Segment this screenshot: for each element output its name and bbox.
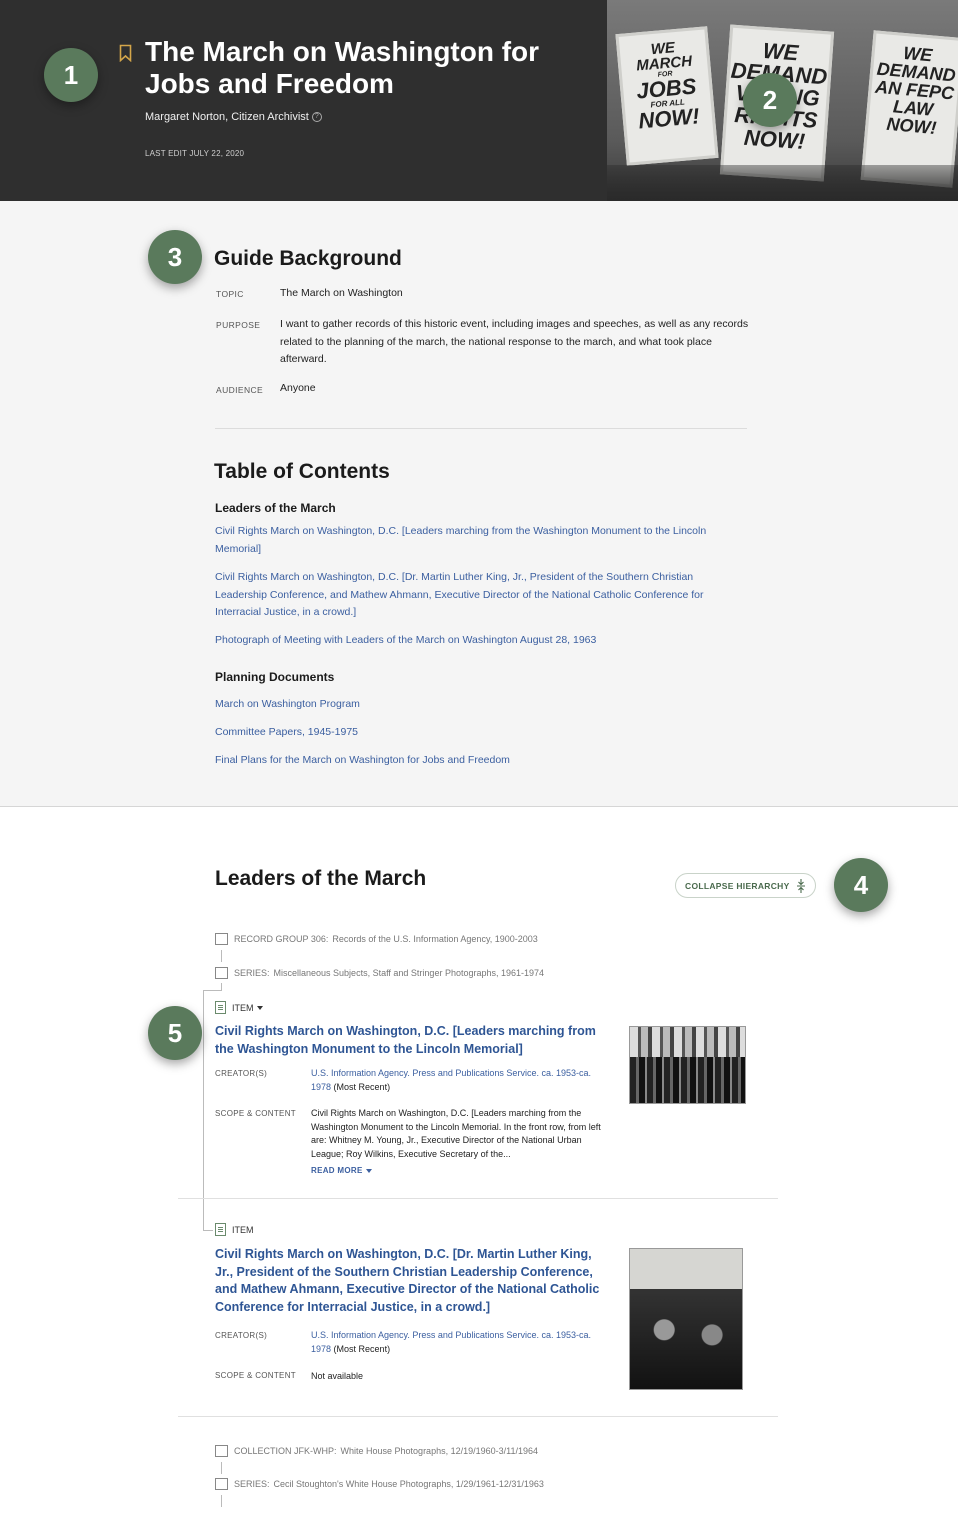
scope-value: Civil Rights March on Washington, D.C. […: [311, 1108, 601, 1159]
item-icon: [215, 1223, 226, 1236]
series-row[interactable]: SERIES: Cecil Stoughton's White House Ph…: [215, 1478, 544, 1490]
item-title-link[interactable]: Civil Rights March on Washington, D.C. […: [215, 1246, 610, 1316]
item-tag[interactable]: ITEM: [215, 1223, 254, 1236]
creator-label: CREATOR(S): [215, 1069, 268, 1078]
purpose-label: PURPOSE: [216, 320, 261, 330]
series-icon: [215, 967, 228, 979]
collapse-hierarchy-label: COLLAPSE HIERARCHY: [685, 880, 790, 891]
toc-link[interactable]: Civil Rights March on Washington, D.C. […: [215, 569, 730, 622]
help-icon[interactable]: ?: [311, 112, 322, 123]
toc-section-title: Planning Documents: [215, 670, 335, 684]
record-group-label: RECORD GROUP 306:: [234, 934, 329, 944]
hierarchy-connector: [203, 1230, 213, 1231]
purpose-value: I want to gather records of this histori…: [280, 318, 749, 365]
audience-value: Anyone: [280, 382, 316, 394]
item-thumbnail[interactable]: [629, 1248, 743, 1390]
toc-link[interactable]: Photograph of Meeting with Leaders of th…: [215, 632, 735, 650]
creator-note: (Most Recent): [333, 1343, 391, 1354]
series-icon: [215, 1478, 228, 1490]
toc-section-title: Leaders of the March: [215, 501, 336, 515]
series-label: SERIES:: [234, 968, 270, 978]
creator-value: U.S. Information Agency. Press and Publi…: [311, 1329, 609, 1356]
scope-label: SCOPE & CONTENT: [215, 1109, 296, 1118]
last-edit: LAST EDIT JULY 22, 2020: [145, 149, 245, 158]
guide-background-heading: Guide Background: [214, 247, 402, 270]
page-title: The March on Washington for Jobs and Fre…: [145, 36, 540, 99]
hierarchy-connector: [203, 990, 221, 991]
item-tag-label: ITEM: [232, 1224, 254, 1235]
collapse-icon: [797, 879, 805, 893]
item-tag-dropdown[interactable]: ITEM: [215, 1001, 263, 1014]
hierarchy-connector: [221, 983, 222, 991]
caret-down-icon: [365, 1169, 372, 1173]
item-title-link[interactable]: Civil Rights March on Washington, D.C. […: [215, 1023, 615, 1058]
bookmark-icon[interactable]: [119, 44, 132, 62]
topic-label: TOPIC: [216, 289, 244, 299]
protest-sign: WE MARCH FOR JOBS FOR ALL NOW!: [615, 26, 719, 166]
creator-label: CREATOR(S): [215, 1331, 268, 1340]
series-value: Cecil Stoughton's White House Photograph…: [273, 1479, 544, 1489]
section-heading: Leaders of the March: [215, 867, 427, 890]
item-icon: [215, 1001, 226, 1014]
creator-value: U.S. Information Agency. Press and Publi…: [311, 1067, 609, 1094]
author-name[interactable]: Margaret Norton, Citizen Archivist: [145, 111, 309, 123]
record-group-value: Records of the U.S. Information Agency, …: [332, 934, 538, 944]
read-more-label: READ MORE: [311, 1166, 363, 1175]
callout-badge-5: 5: [148, 1006, 202, 1060]
collapse-hierarchy-button[interactable]: COLLAPSE HIERARCHY: [675, 873, 816, 898]
toc-link[interactable]: Final Plans for the March on Washington …: [215, 752, 510, 770]
callout-badge-3: 3: [148, 230, 202, 284]
caret-down-icon: [256, 1005, 263, 1010]
hierarchy-connector: [221, 1462, 222, 1474]
toc-link[interactable]: Civil Rights March on Washington, D.C. […: [215, 523, 715, 558]
collection-label: COLLECTION JFK-WHP:: [234, 1446, 337, 1456]
collection-row[interactable]: COLLECTION JFK-WHP: White House Photogra…: [215, 1445, 538, 1457]
toc-link[interactable]: Committee Papers, 1945-1975: [215, 724, 358, 742]
callout-badge-4: 4: [834, 858, 888, 912]
hierarchy-connector: [221, 1495, 222, 1507]
callout-badge-2: 2: [743, 73, 797, 127]
guide-background-section: [0, 201, 958, 807]
series-value: Miscellaneous Subjects, Staff and String…: [273, 968, 545, 978]
creator-note: (Most Recent): [333, 1081, 391, 1092]
record-group-row[interactable]: RECORD GROUP 306: Records of the U.S. In…: [215, 933, 538, 945]
audience-label: AUDIENCE: [216, 385, 264, 395]
item-tag-label: ITEM: [232, 1002, 254, 1013]
collection-value: White House Photographs, 12/19/1960-3/11…: [340, 1446, 538, 1456]
scope-value: Not available: [311, 1371, 364, 1381]
divider: [178, 1198, 778, 1199]
series-label: SERIES:: [234, 1479, 270, 1489]
scope-label: SCOPE & CONTENT: [215, 1371, 296, 1380]
hierarchy-connector: [203, 990, 204, 1230]
hierarchy-connector: [221, 950, 222, 962]
callout-badge-1: 1: [44, 48, 98, 102]
item-thumbnail[interactable]: [629, 1026, 746, 1104]
read-more-button[interactable]: READ MORE: [311, 1166, 372, 1175]
divider: [215, 428, 747, 429]
topic-value: The March on Washington: [280, 287, 403, 299]
series-row[interactable]: SERIES: Miscellaneous Subjects, Staff an…: [215, 967, 544, 979]
toc-heading: Table of Contents: [214, 460, 390, 483]
collection-icon: [215, 1445, 228, 1457]
toc-link[interactable]: March on Washington Program: [215, 696, 360, 714]
author: Margaret Norton, Citizen Archivist?: [145, 111, 322, 123]
record-group-icon: [215, 933, 228, 945]
divider: [178, 1416, 778, 1417]
